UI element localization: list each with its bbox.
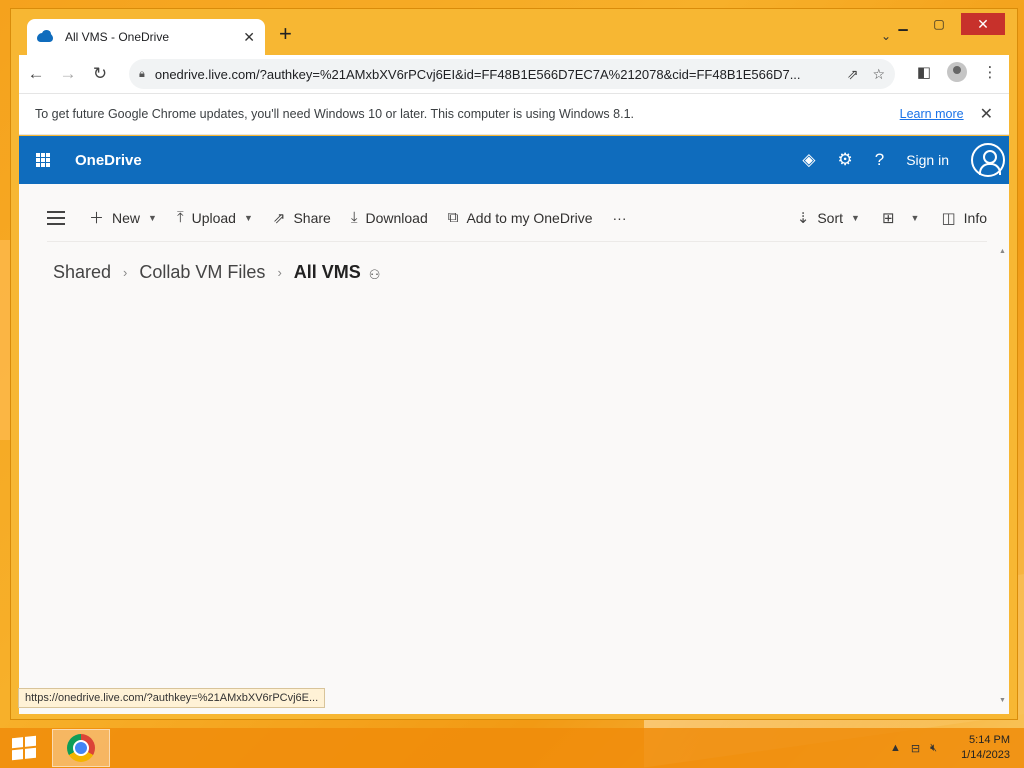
new-button[interactable]: ＋ New ▼ — [89, 207, 157, 228]
breadcrumb-item-shared[interactable]: Shared — [53, 262, 111, 283]
upload-button[interactable]: ⤒ Upload ▼ — [177, 209, 253, 226]
add-to-onedrive-button[interactable]: ⧉ Add to my OneDrive — [448, 209, 593, 226]
scroll-down-arrow-icon[interactable]: ▼ — [999, 697, 1006, 704]
browser-tab[interactable]: All VMS - OneDrive ✕ — [27, 19, 265, 55]
breadcrumb-chevron-icon: › — [123, 265, 128, 280]
shared-people-icon: ⚇ — [368, 266, 381, 282]
chrome-taskbar-button[interactable] — [52, 729, 110, 767]
app-launcher-icon[interactable] — [19, 136, 67, 184]
lock-icon[interactable]: 🔒︎ — [139, 68, 145, 81]
tab-close-icon[interactable]: ✕ — [243, 29, 255, 46]
learn-more-link[interactable]: Learn more — [900, 107, 964, 121]
forward-arrow-icon[interactable]: → — [53, 59, 83, 89]
windows-start-icon[interactable] — [0, 728, 48, 768]
premium-diamond-icon[interactable]: ◈ — [802, 150, 815, 170]
download-arrow-icon: ⤓ — [350, 209, 358, 226]
browser-window: All VMS - OneDrive ✕ + ⌄ ▁ ▢ ✕ ← → ↻ 🔒︎ … — [10, 8, 1018, 720]
command-bar-right: ⇣ Sort ▼ ⊞ ▼ ◫ Info — [797, 209, 987, 227]
back-arrow-icon[interactable]: ← — [21, 59, 51, 89]
onedrive-favicon-icon — [37, 30, 55, 43]
url-text[interactable]: onedrive.live.com/?authkey=%21AMxbXV6rPC… — [155, 67, 833, 82]
breadcrumb-current-folder: All VMS — [293, 262, 361, 282]
view-switcher-button[interactable]: ⊞ ▼ — [882, 209, 920, 227]
toolbar-right-actions: ◧ ⋮ — [911, 59, 1003, 85]
window-controls: ▁ ▢ ✕ — [889, 13, 1005, 35]
chrome-icon — [67, 734, 95, 762]
info-button[interactable]: ◫ Info — [941, 209, 987, 227]
taskbar: ▲ ⊟ 🔇︎ 5:14 PM 1/14/2023 — [0, 728, 1024, 768]
taskbar-clock[interactable]: 5:14 PM 1/14/2023 — [961, 733, 1010, 763]
scroll-up-arrow-icon[interactable]: ▲ — [999, 248, 1006, 255]
sign-in-link[interactable]: Sign in — [906, 152, 949, 168]
add-folder-icon: ⧉ — [447, 209, 459, 226]
profile-avatar-icon[interactable] — [947, 62, 967, 82]
grid-view-icon: ⊞ — [881, 209, 895, 227]
share-icon: ⇗ — [272, 209, 286, 227]
chrome-menu-icon[interactable]: ⋮ — [977, 59, 1003, 85]
header-actions: ◈ ⚙ ? Sign in — [802, 143, 1009, 177]
sort-button[interactable]: ⇣ Sort ▼ — [797, 209, 860, 227]
clock-date: 1/14/2023 — [961, 749, 1010, 761]
chevron-down-icon: ▼ — [148, 212, 157, 223]
command-bar: ＋ New ▼ ⤒ Upload ▼ ⇗ Share ⤓ Download ⧉ … — [47, 194, 987, 242]
chevron-down-icon: ▼ — [243, 212, 253, 223]
new-tab-button[interactable]: + — [279, 23, 292, 45]
system-tray: ▲ ⊟ 🔇︎ 5:14 PM 1/14/2023 — [890, 733, 1024, 763]
network-icon[interactable]: ⊟ — [911, 742, 920, 755]
hamburger-menu-icon[interactable] — [47, 210, 65, 225]
update-infobar: To get future Google Chrome updates, you… — [19, 93, 1009, 135]
minimize-button[interactable]: ▁ — [889, 13, 917, 35]
ellipsis-icon: ··· — [612, 209, 627, 226]
onedrive-header: OneDrive ◈ ⚙ ? Sign in — [19, 136, 1009, 184]
title-bar: All VMS - OneDrive ✕ + ⌄ ▁ ▢ ✕ — [11, 9, 1017, 55]
upload-arrow-icon: ⤒ — [176, 209, 184, 226]
share-page-icon[interactable]: ⇗ — [847, 66, 859, 83]
account-person-icon[interactable] — [971, 143, 1005, 177]
main-content: ＋ New ▼ ⤒ Upload ▼ ⇗ Share ⤓ Download ⧉ … — [19, 184, 1009, 714]
help-icon[interactable]: ? — [875, 150, 884, 170]
reload-icon[interactable]: ↻ — [85, 59, 115, 89]
maximize-button[interactable]: ▢ — [925, 13, 953, 35]
share-button[interactable]: ⇗ Share — [273, 209, 331, 227]
volume-muted-icon[interactable]: 🔇︎ — [930, 742, 937, 755]
browser-toolbar: ← → ↻ 🔒︎ onedrive.live.com/?authkey=%21A… — [19, 55, 1009, 93]
download-button[interactable]: ⤓ Download — [351, 209, 428, 226]
clock-time: 5:14 PM — [969, 734, 1010, 746]
settings-gear-icon[interactable]: ⚙ — [837, 150, 852, 170]
infobar-close-icon[interactable]: ✕ — [980, 104, 993, 124]
plus-icon: ＋ — [89, 210, 105, 227]
onedrive-brand[interactable]: OneDrive — [75, 152, 142, 169]
breadcrumb: Shared › Collab VM Files › All VMS ⚇ — [53, 262, 380, 283]
link-status-bubble: https://onedrive.live.com/?authkey=%21AM… — [18, 688, 326, 708]
window-close-button[interactable]: ✕ — [961, 13, 1005, 35]
more-actions-button[interactable]: ··· — [613, 210, 627, 226]
chevron-down-icon: ▼ — [910, 212, 920, 223]
infobar-message: To get future Google Chrome updates, you… — [35, 107, 634, 121]
bookmark-star-icon[interactable]: ☆ — [872, 66, 885, 83]
show-hidden-icons-icon[interactable]: ▲ — [890, 742, 901, 754]
side-panel-icon[interactable]: ◧ — [911, 59, 937, 85]
breadcrumb-item-collab-vm-files[interactable]: Collab VM Files — [139, 262, 265, 283]
sort-icon: ⇣ — [796, 209, 810, 227]
tab-title: All VMS - OneDrive — [65, 30, 170, 44]
breadcrumb-chevron-icon: › — [277, 265, 282, 280]
chevron-down-icon: ▼ — [851, 212, 860, 223]
info-panel-icon: ◫ — [941, 209, 956, 227]
vertical-scrollbar[interactable]: ▲ ▼ — [997, 242, 1007, 704]
address-bar[interactable]: 🔒︎ onedrive.live.com/?authkey=%21AMxbXV6… — [129, 59, 895, 89]
